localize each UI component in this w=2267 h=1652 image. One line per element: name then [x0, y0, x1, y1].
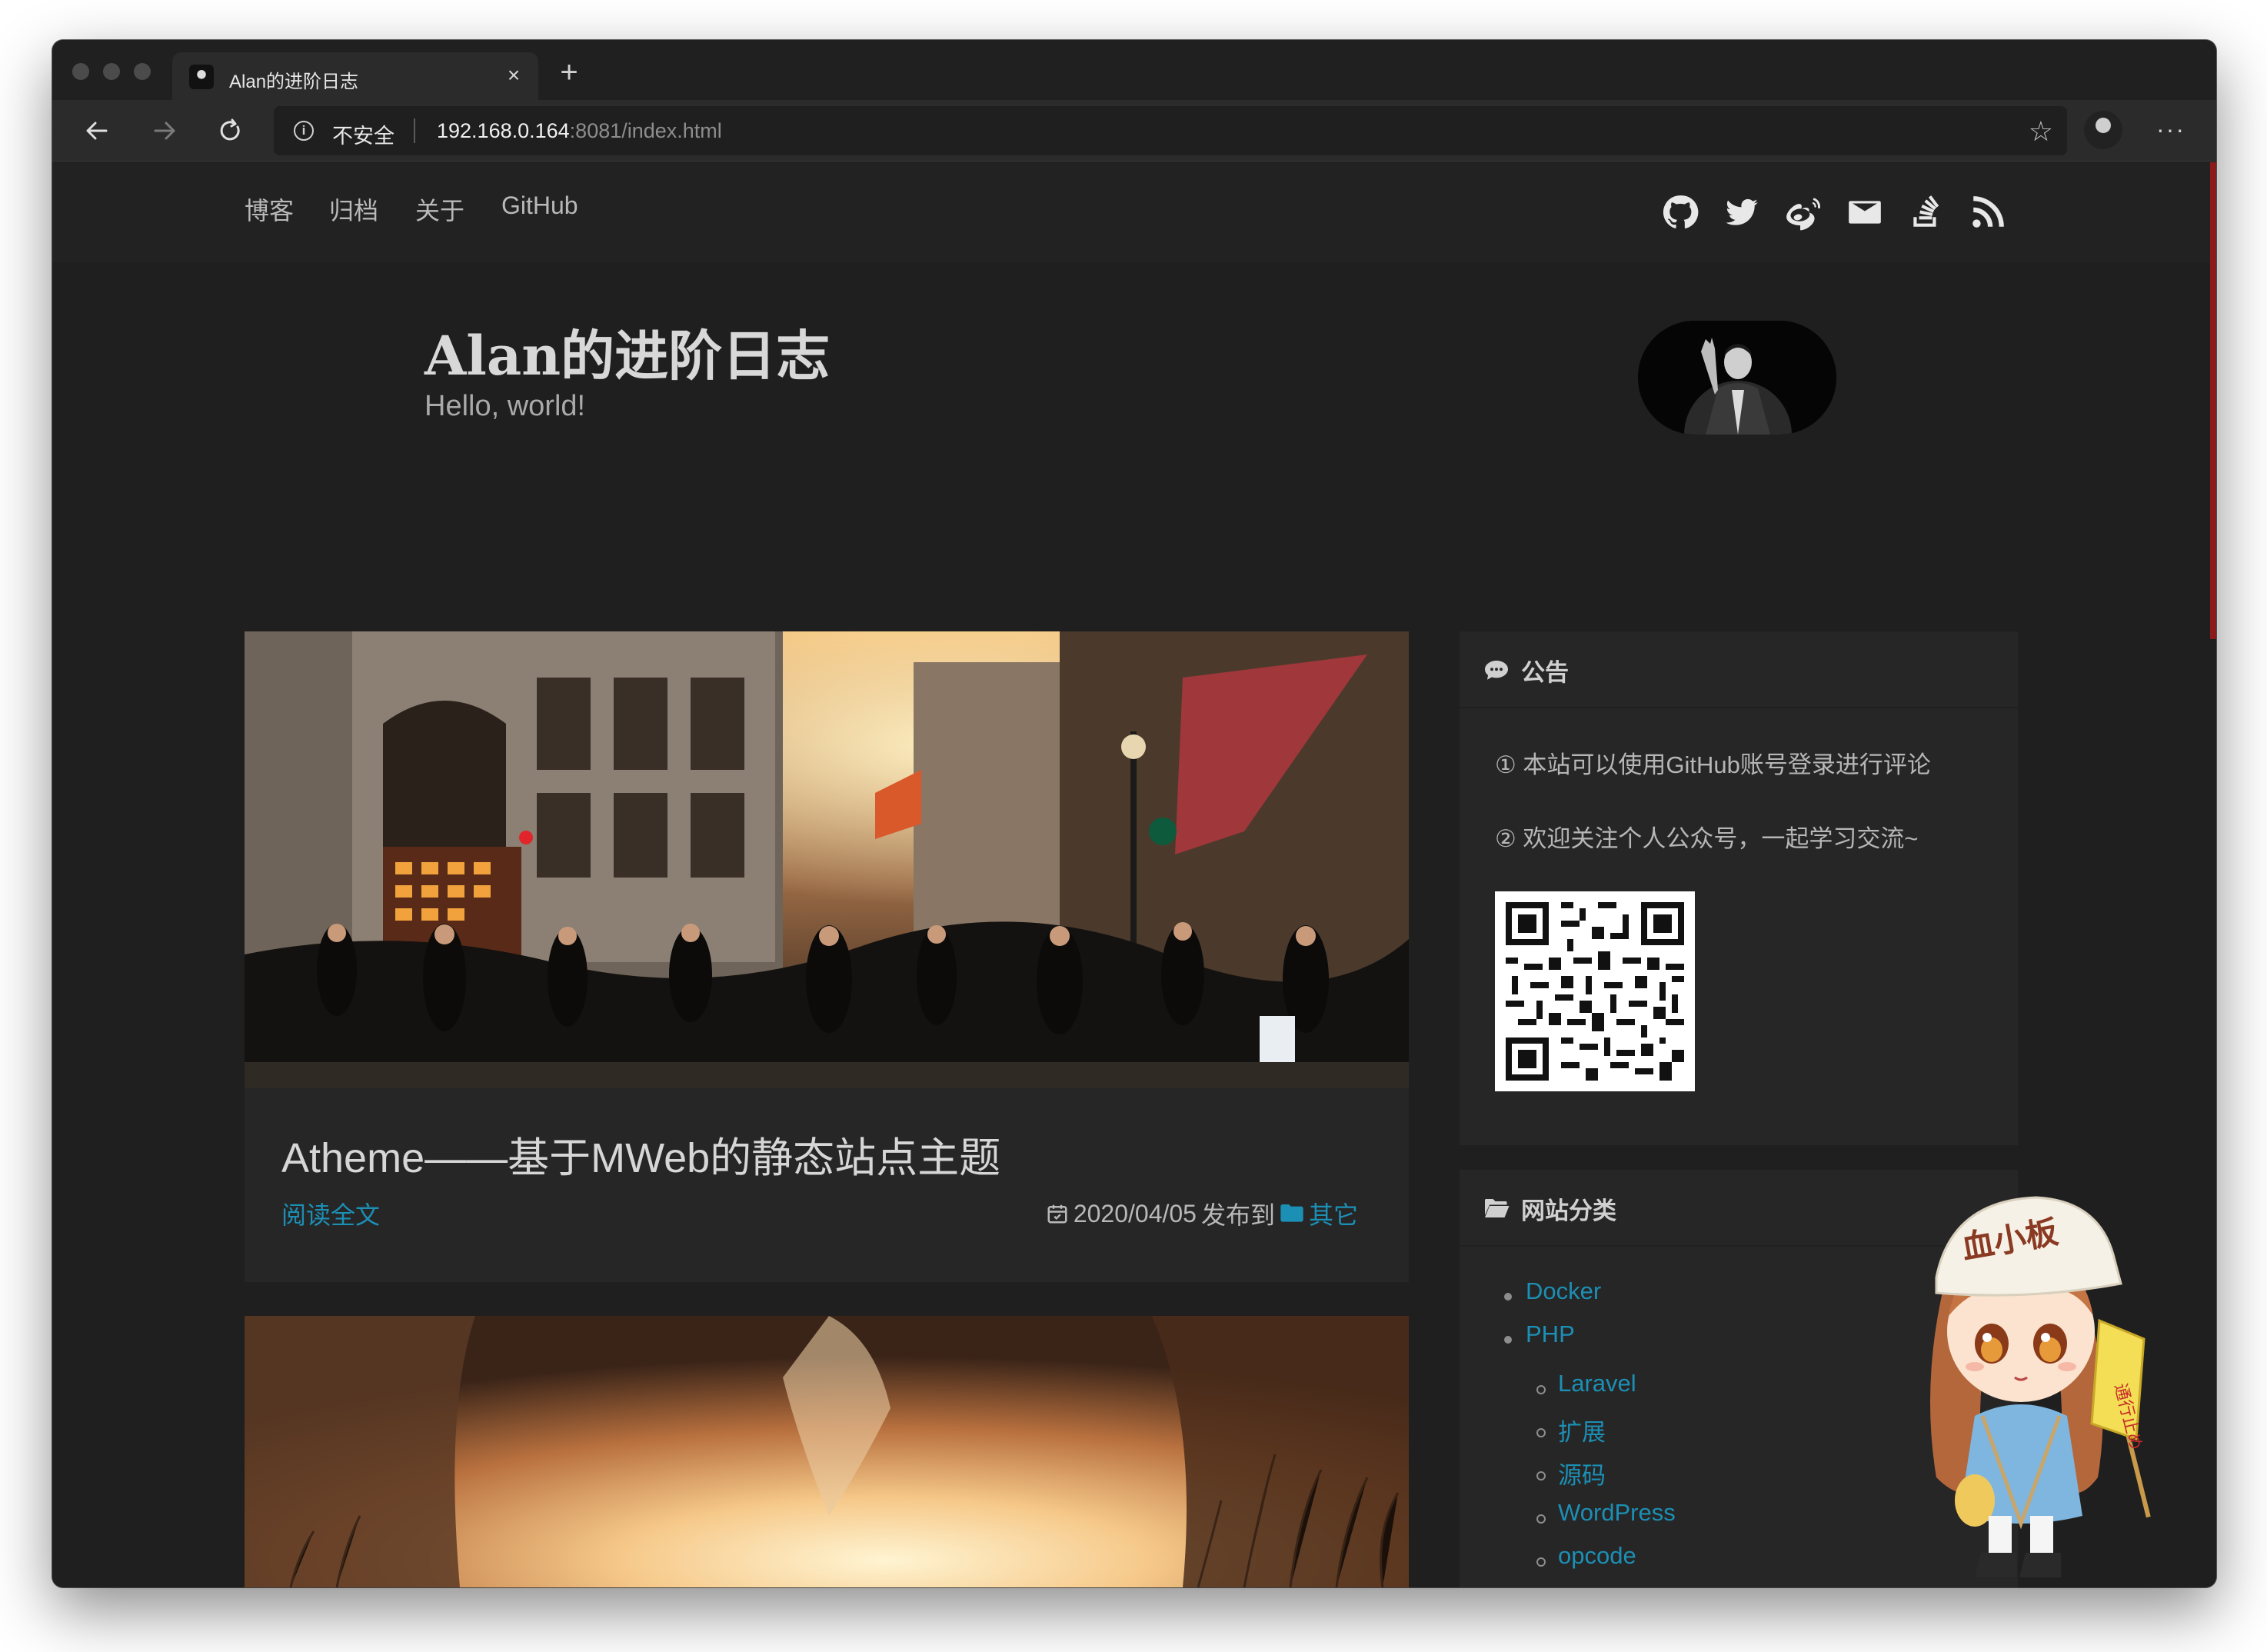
post-cover-image[interactable]: [245, 631, 1409, 1088]
list-bullet: [1536, 1557, 1546, 1567]
category-link-php[interactable]: PHP: [1526, 1321, 1575, 1348]
list-bullet: [1536, 1428, 1546, 1437]
reload-icon: [220, 118, 240, 141]
author-avatar[interactable]: [1638, 321, 1836, 435]
url-host: 192.168.0.164: [437, 119, 570, 142]
post-meta: 2020/04/05 发布到 其它: [1046, 1196, 1358, 1231]
nav-link-about[interactable]: 关于: [415, 192, 464, 227]
list-bullet: [1536, 1514, 1546, 1524]
twitter-icon[interactable]: [1723, 193, 1761, 231]
post-title[interactable]: Atheme——基于MWeb的静态站点主题: [281, 1124, 1000, 1184]
nav-link-blog[interactable]: 博客: [245, 192, 294, 227]
tab-strip: Alan的进阶日志 × +: [52, 40, 2216, 100]
avatar-image: [1638, 321, 1836, 435]
list-bullet: [1504, 1293, 1512, 1301]
category-link-extension[interactable]: 扩展: [1558, 1413, 1606, 1447]
security-status[interactable]: 不安全: [332, 119, 394, 149]
browser-window: Alan的进阶日志 × + i 不安全 192.168.0.164:8081/i…: [52, 40, 2216, 1587]
notice-item: ② 欢迎关注个人公众号，一起学习交流~: [1495, 825, 1919, 852]
folder-icon: [1280, 1204, 1303, 1222]
profile-avatar[interactable]: [2084, 111, 2122, 149]
mascot-illustration[interactable]: 通行止め 血小板: [1890, 1185, 2152, 1585]
notice-title: 公告: [1521, 659, 1569, 686]
category-link-source[interactable]: 源码: [1558, 1456, 1606, 1490]
category-link-interview[interactable]: 面试: [1526, 1585, 1573, 1587]
info-icon[interactable]: i: [294, 121, 314, 141]
weibo-icon[interactable]: [1784, 193, 1823, 231]
scrollbar-thumb[interactable]: [2210, 162, 2216, 639]
notice-item: ① 本站可以使用GitHub账号登录进行评论: [1495, 751, 1931, 778]
address-toolbar: i 不安全 192.168.0.164:8081/index.html ☆ ··…: [52, 100, 2216, 162]
tab-close-button[interactable]: ×: [500, 62, 528, 89]
url-text[interactable]: 192.168.0.164:8081/index.html: [437, 119, 722, 143]
nav-link-github[interactable]: GitHub: [501, 192, 578, 220]
category-link-docker[interactable]: Docker: [1526, 1277, 1601, 1305]
categories-title: 网站分类: [1521, 1197, 1616, 1224]
github-icon[interactable]: [1661, 193, 1699, 231]
maximize-window-button[interactable]: [134, 63, 151, 80]
divider: [414, 118, 415, 143]
post-card: [245, 1316, 1409, 1587]
category-link-laravel[interactable]: Laravel: [1558, 1370, 1636, 1397]
more-menu-button[interactable]: ···: [2156, 115, 2185, 144]
reload-button[interactable]: [212, 112, 249, 149]
url-path: :8081/index.html: [569, 119, 722, 142]
nav-link-archive[interactable]: 归档: [329, 192, 378, 227]
published-to-label: 发布到: [1200, 1201, 1275, 1229]
rss-icon[interactable]: [1969, 193, 2007, 231]
read-more-link[interactable]: 阅读全文: [281, 1196, 380, 1231]
site-navbar: 博客 归档 关于 GitHub: [52, 162, 2216, 262]
arrow-right-icon: [154, 122, 175, 140]
site-title[interactable]: Alan的进阶日志: [424, 313, 830, 391]
site-subtitle: Hello, world!: [424, 390, 586, 422]
favorite-star-icon[interactable]: ☆: [2029, 115, 2053, 148]
notice-widget: 公告 ① 本站可以使用GitHub账号登录进行评论 ② 欢迎关注个人公众号，一起…: [1460, 631, 2018, 1145]
arrow-left-icon: [86, 122, 108, 140]
tab-active[interactable]: Alan的进阶日志 ×: [172, 52, 538, 100]
qr-code-icon: [1506, 902, 1684, 1081]
tab-title: Alan的进阶日志: [229, 72, 359, 92]
calendar-icon: [1047, 1204, 1067, 1224]
post-card: Atheme——基于MWeb的静态站点主题 阅读全文 2020/04/05 发布…: [245, 631, 1409, 1282]
folder-open-icon: [1485, 1199, 1510, 1217]
list-bullet: [1536, 1385, 1546, 1394]
post-date: 2020/04/05: [1073, 1199, 1197, 1227]
web-page: 博客 归档 关于 GitHub Alan的进阶日志 Hello, world!: [52, 162, 2216, 1587]
favicon-icon: [189, 65, 214, 89]
qr-code-image[interactable]: [1495, 891, 1695, 1091]
category-link-opcode[interactable]: opcode: [1558, 1542, 1636, 1570]
address-bar[interactable]: i 不安全 192.168.0.164:8081/index.html ☆: [274, 106, 2067, 155]
post-category-link[interactable]: 其它: [1309, 1196, 1358, 1231]
new-tab-button[interactable]: +: [552, 57, 586, 91]
forward-button[interactable]: [146, 112, 183, 149]
post-cover-image[interactable]: [245, 1316, 1409, 1587]
minimize-window-button[interactable]: [103, 63, 120, 80]
mail-icon[interactable]: [1846, 193, 1884, 231]
category-link-wordpress[interactable]: WordPress: [1558, 1499, 1676, 1527]
list-bullet: [1504, 1336, 1512, 1344]
close-window-button[interactable]: [72, 63, 89, 80]
list-bullet: [1536, 1471, 1546, 1480]
back-button[interactable]: [78, 112, 115, 149]
stackoverflow-icon[interactable]: [1907, 193, 1946, 231]
widget-header: 公告: [1460, 631, 2018, 708]
comment-icon: [1485, 661, 1508, 680]
